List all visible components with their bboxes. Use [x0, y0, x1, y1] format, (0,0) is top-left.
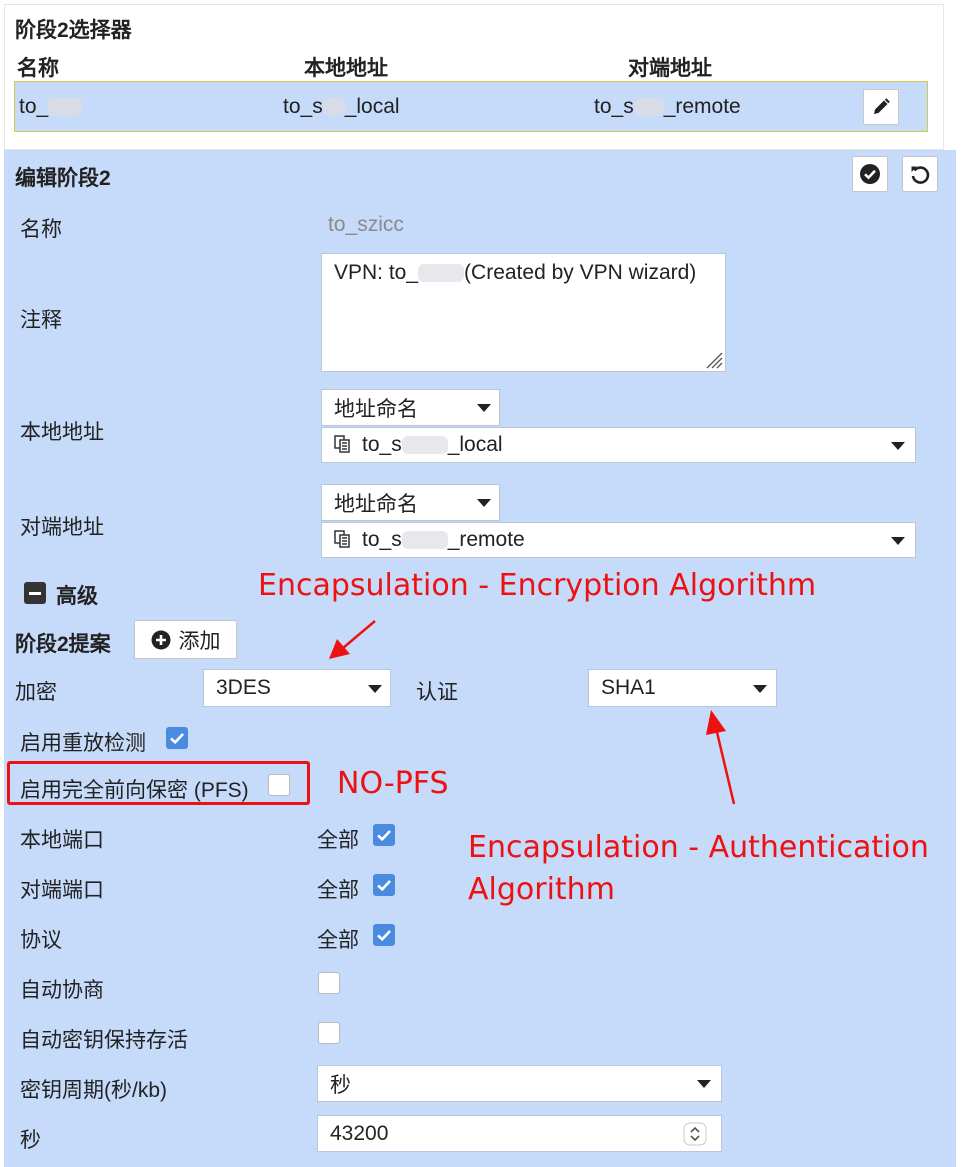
arrow-to-encryption: [329, 620, 376, 659]
annotation-arrows: [329, 620, 736, 805]
arrow-to-auth: [706, 710, 736, 805]
